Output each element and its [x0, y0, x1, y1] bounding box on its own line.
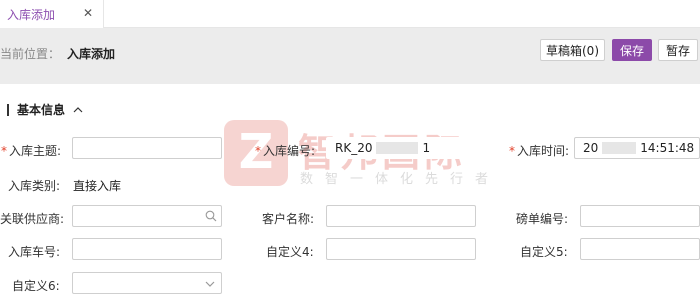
page-title: 入库添加: [67, 47, 116, 61]
inbound-no-field: RK_20 1: [326, 137, 476, 159]
inbound-type-value: 直接入库: [73, 179, 122, 193]
vehicle-no-input[interactable]: [72, 238, 222, 260]
stash-button[interactable]: 暂存: [658, 39, 698, 61]
search-icon[interactable]: [205, 210, 217, 222]
chevron-up-icon[interactable]: [73, 105, 83, 115]
breadcrumb-prefix: 当前位置：: [0, 47, 61, 61]
section-title: 基本信息: [17, 103, 66, 117]
weigh-no-input[interactable]: [580, 205, 700, 227]
supplier-label: 关联供应商:: [0, 212, 65, 226]
save-button[interactable]: 保存: [612, 39, 652, 61]
tab-inbound-add[interactable]: 入库添加 ✕: [0, 0, 104, 28]
vehicle-no-label: 入库车号:: [8, 245, 61, 259]
customer-name-label: 客户名称:: [262, 212, 315, 226]
inbound-time-input[interactable]: 20 14:51:48: [574, 137, 700, 159]
drafts-button[interactable]: 草稿箱(0): [540, 39, 605, 61]
inbound-no-label: * 入库编号:: [255, 144, 316, 158]
section-marker: [7, 103, 9, 116]
page-header: 当前位置： 入库添加 草稿箱(0) 保存 暂存: [0, 28, 700, 84]
subject-input[interactable]: [72, 137, 222, 159]
weigh-no-label: 磅单编号:: [516, 212, 569, 226]
close-icon[interactable]: ✕: [82, 7, 94, 19]
chevron-down-icon[interactable]: [205, 279, 215, 289]
section-header[interactable]: 基本信息: [7, 101, 83, 118]
subject-label: * 入库主题:: [1, 144, 62, 158]
inbound-time-label: * 入库时间:: [509, 144, 570, 158]
tab-bar: 入库添加 ✕: [0, 0, 700, 28]
redacted-block: [376, 142, 419, 154]
supplier-input[interactable]: [72, 205, 222, 227]
custom6-select[interactable]: [72, 272, 222, 294]
inbound-type-label: 入库类别:: [8, 179, 61, 193]
customer-name-input[interactable]: [326, 205, 476, 227]
custom6-label: 自定义6:: [12, 279, 60, 293]
watermark-subtitle: 数智一体化先行者: [300, 172, 501, 187]
custom5-label: 自定义5:: [520, 245, 568, 259]
custom5-input[interactable]: [580, 238, 700, 260]
custom4-label: 自定义4:: [266, 245, 314, 259]
tab-label: 入库添加: [7, 7, 56, 22]
redacted-block: [602, 142, 637, 154]
custom4-input[interactable]: [326, 238, 476, 260]
